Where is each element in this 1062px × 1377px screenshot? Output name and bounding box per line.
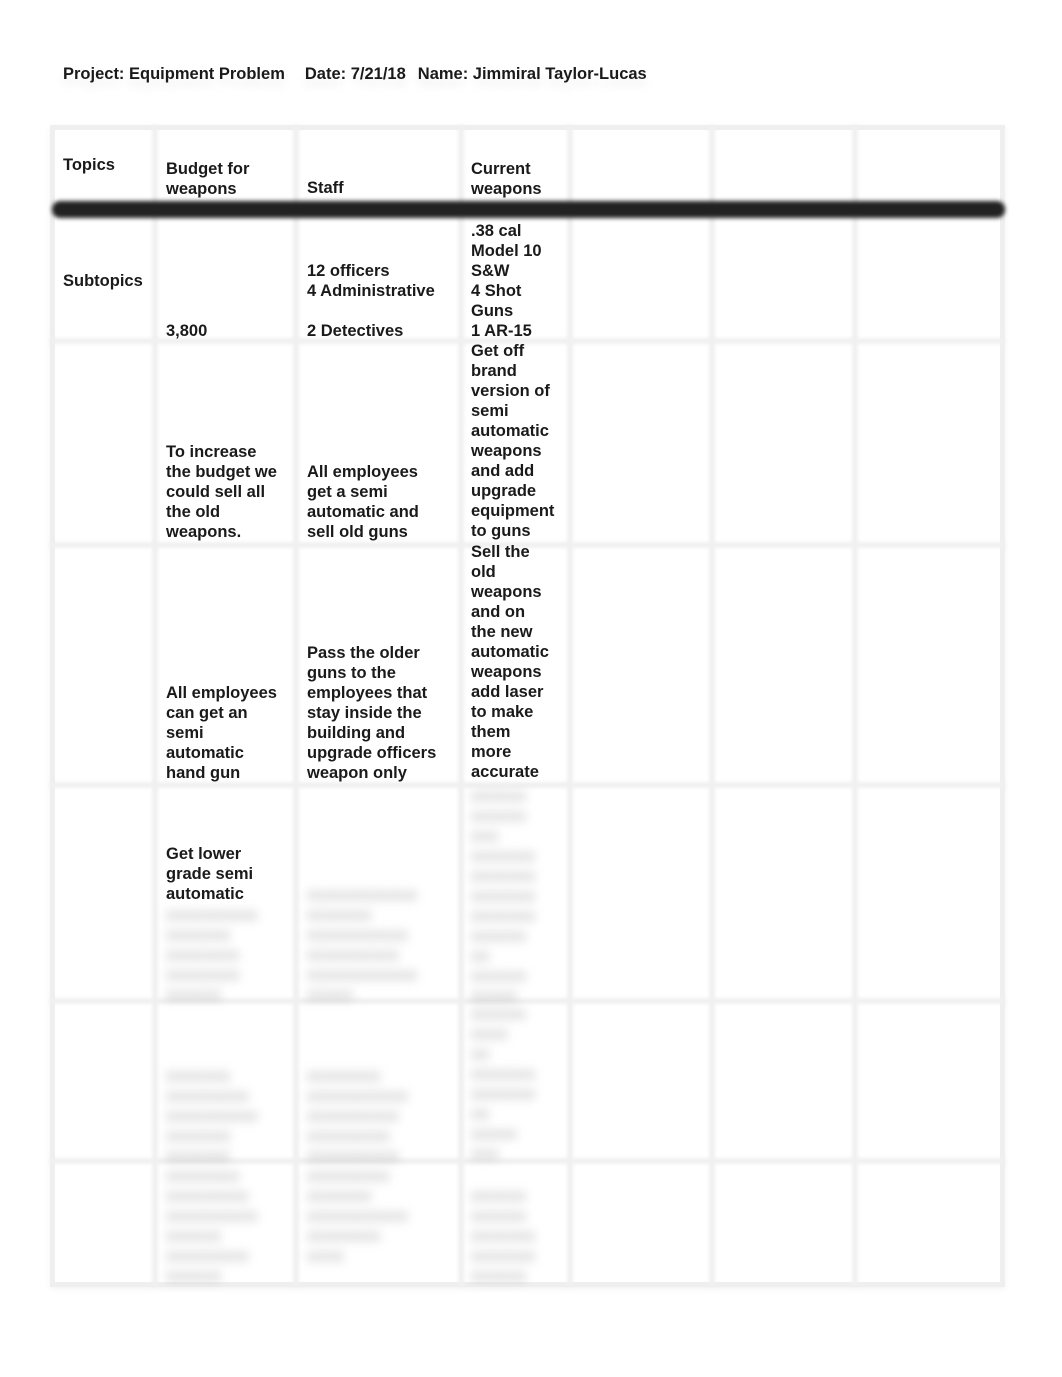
blurred-text: xxxxxxxxxx xxxxxxx xxxxxxxx xxxxxxxx xxx… [166, 906, 258, 1004]
column-header-budget: Budget for weapons [166, 160, 250, 198]
project-title: Project: Equipment Problem [63, 65, 285, 83]
table-cell-current: Sell the old weapons and on the new auto… [471, 543, 549, 781]
column-divider [852, 125, 858, 1287]
table-cell-staff: All employees get a semi automatic and s… [307, 463, 419, 541]
table-cell-budget: All employees can get an semi automatic … [166, 684, 277, 782]
date-label: Date: 7/21/18 [304, 65, 406, 83]
blurred-text: xxxxxxxxx xxxxxxx xxxxxxxxxxx xxxxxxxx x… [307, 1167, 408, 1265]
column-divider [293, 125, 299, 1287]
column-header-topics: Topics [63, 156, 115, 174]
table-cell-staff: 12 officers 4 Administrative 2 Detective… [307, 262, 435, 340]
header-separator-bar [52, 201, 1005, 218]
blurred-text: xxxxxx xxxx xx xxxxxxx xxxxxxx xx xxxxx … [471, 1005, 536, 1163]
author-name: Name: Jimmiral Taylor-Lucas [417, 65, 647, 83]
blurred-text: xxxxxxxx xxxxxxxxx xxxxxxxxxx xxxxxx xxx… [166, 1167, 258, 1285]
column-divider [709, 125, 715, 1287]
table-cell-current: Get off brand version of semi automatic … [471, 342, 555, 540]
table-cell-budget: Get lower grade semi automatic [166, 845, 254, 903]
column-header-staff: Staff [307, 179, 344, 197]
blurred-text: xxxxxxxxxxxx xxxxxxx xxxxxxxxxxx xxxxxxx… [307, 886, 418, 1004]
column-divider [152, 125, 158, 1287]
column-divider [458, 125, 464, 1287]
document-header: Project: Equipment Problem Date: 7/21/18 N… [63, 65, 647, 84]
column-header-current-weapons: Current weapons [471, 160, 542, 198]
table-cell-current: .38 cal Model 10 S&W 4 Shot Guns 1 AR-15 [471, 222, 542, 340]
blurred-text: xxxxxx xxxxxx xxx xxxxxxx xxxxxxx xxxxxx… [471, 787, 536, 1005]
blurred-text: xxxxxxxx xxxxxxxxxxx xxxxxxxxxx xxxxxxxx… [307, 1067, 408, 1165]
table-cell-budget: 3,800 [166, 322, 208, 340]
column-divider [567, 125, 573, 1287]
table-cell-staff: Pass the older guns to the employees tha… [307, 644, 437, 782]
table-cell-budget: To increase the budget we could sell all… [166, 443, 277, 541]
blurred-text: xxxxxx xxxxxx xxxxxxx xxxxxxx xxxxxx [471, 1187, 536, 1285]
row-label-subtopics: Subtopics [63, 272, 143, 290]
blurred-text: xxxxxxx xxxxxxxxx xxxxxxxxxx xxxxxxx xxx… [166, 1067, 258, 1165]
